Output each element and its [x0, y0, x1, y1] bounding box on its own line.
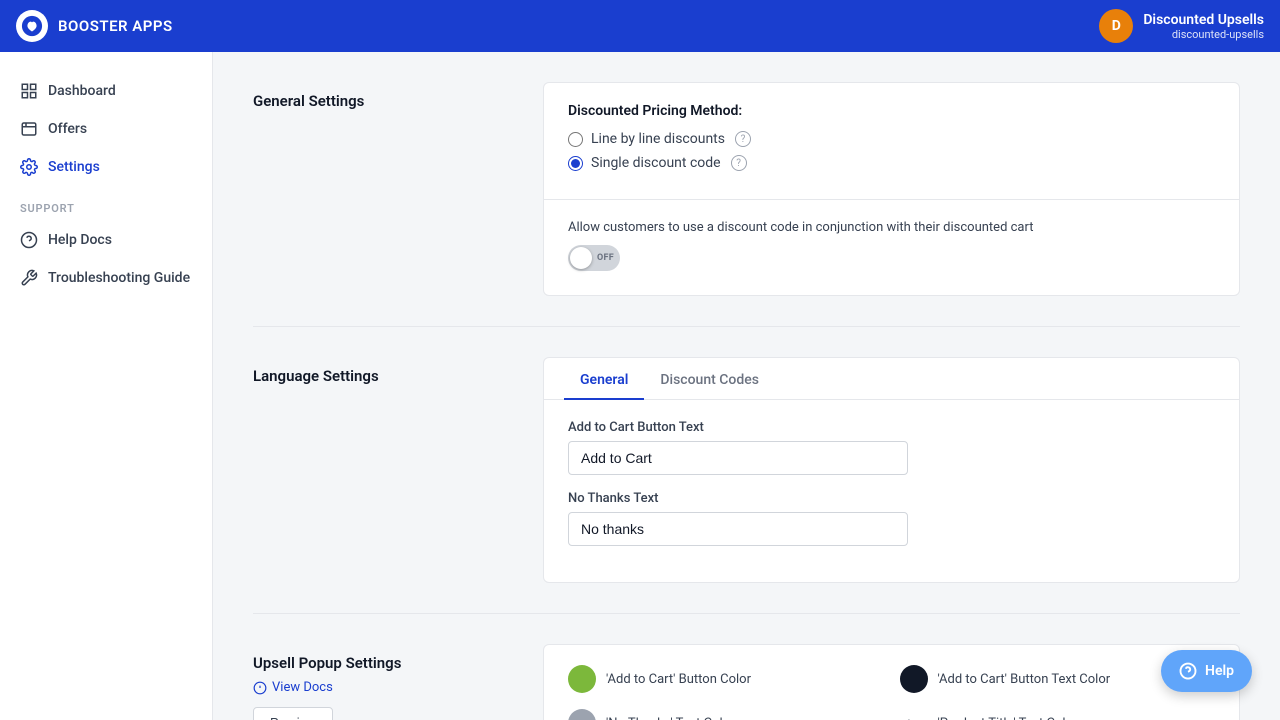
color-grid: 'Add to Cart' Button Color 'Add to Cart'…	[544, 645, 1239, 720]
color-item-add-to-cart-btn: 'Add to Cart' Button Color	[568, 665, 884, 693]
add-to-cart-input[interactable]	[568, 441, 908, 475]
help-single-discount-icon[interactable]: ?	[731, 155, 747, 171]
sidebar-item-dashboard[interactable]: Dashboard	[0, 72, 212, 110]
pricing-method-block: Discounted Pricing Method: Line by line …	[544, 83, 1239, 200]
sidebar: Dashboard Offers Settings SUPPORT Help D…	[0, 52, 213, 720]
color-swatch-green[interactable]	[568, 665, 596, 693]
radio-line-by-line[interactable]: Line by line discounts ?	[568, 131, 1215, 147]
language-settings-label: Language Settings	[253, 357, 513, 583]
color-swatch-black[interactable]	[900, 665, 928, 693]
general-settings-card: Discounted Pricing Method: Line by line …	[543, 82, 1240, 296]
language-settings-card: General Discount Codes Add to Cart Butto…	[543, 357, 1240, 583]
color-swatch-gray[interactable]	[568, 709, 596, 720]
color-item-no-thanks-text: 'No Thanks' Text Color	[568, 709, 884, 720]
view-docs-link[interactable]: View Docs	[253, 680, 513, 695]
nav-logo-area: BOOSTER APPS	[16, 10, 173, 42]
color-label-no-thanks-text: 'No Thanks' Text Color	[606, 716, 734, 720]
view-docs-label: View Docs	[272, 680, 333, 695]
discount-code-description: Allow customers to use a discount code i…	[568, 220, 1215, 235]
language-tabs: General Discount Codes	[544, 358, 1239, 400]
sidebar-label-settings: Settings	[48, 159, 100, 175]
sidebar-item-help-docs[interactable]: Help Docs	[0, 221, 212, 259]
main-content: General Settings Discounted Pricing Meth…	[213, 52, 1280, 720]
pricing-method-title: Discounted Pricing Method:	[568, 103, 1215, 119]
sidebar-label-troubleshooting: Troubleshooting Guide	[48, 270, 190, 286]
sidebar-label-help: Help Docs	[48, 232, 112, 248]
sidebar-item-settings[interactable]: Settings	[0, 148, 212, 186]
tab-general-content: Add to Cart Button Text No Thanks Text	[544, 400, 1239, 582]
upsell-popup-card: 'Add to Cart' Button Color 'Add to Cart'…	[543, 644, 1240, 720]
user-info: Discounted Upsells discounted-upsells	[1143, 12, 1264, 41]
nav-user-area: D Discounted Upsells discounted-upsells	[1099, 9, 1264, 43]
color-item-product-title: ✂ 'Product Title' Text Color	[900, 709, 1216, 720]
sidebar-item-troubleshooting[interactable]: Troubleshooting Guide	[0, 259, 212, 297]
top-nav: BOOSTER APPS D Discounted Upsells discou…	[0, 0, 1280, 52]
discount-code-toggle[interactable]: OFF	[568, 245, 620, 271]
scissors-icon[interactable]: ✂	[900, 709, 928, 720]
user-name: Discounted Upsells	[1143, 12, 1264, 28]
color-label-product-title: 'Product Title' Text Color	[938, 716, 1078, 720]
brand-name: BOOSTER APPS	[58, 17, 173, 35]
radio-single-discount-input[interactable]	[568, 156, 583, 171]
toggle-text: OFF	[597, 253, 614, 263]
tab-general[interactable]: General	[564, 358, 644, 400]
offers-icon	[20, 120, 38, 138]
color-label-add-to-cart-btn: 'Add to Cart' Button Color	[606, 672, 751, 687]
general-settings-label: General Settings	[253, 82, 513, 296]
help-circle-icon	[20, 231, 38, 249]
help-button[interactable]: Help	[1161, 650, 1252, 692]
language-settings-section: Language Settings General Discount Codes…	[253, 357, 1240, 614]
view-docs-icon	[253, 681, 267, 695]
color-label-add-to-cart-text: 'Add to Cart' Button Text Color	[938, 672, 1111, 687]
user-sub: discounted-upsells	[1143, 28, 1264, 41]
no-thanks-input[interactable]	[568, 512, 908, 546]
sidebar-label-dashboard: Dashboard	[48, 83, 116, 99]
user-avatar: D	[1099, 9, 1133, 43]
discount-code-block: Allow customers to use a discount code i…	[544, 200, 1239, 295]
tool-icon	[20, 269, 38, 287]
add-to-cart-label: Add to Cart Button Text	[568, 420, 1215, 435]
radio-single-discount-label: Single discount code	[591, 155, 721, 171]
upsell-popup-label-area: Upsell Popup Settings View Docs Preview	[253, 644, 513, 720]
toggle-knob	[570, 247, 592, 269]
upsell-popup-section: Upsell Popup Settings View Docs Preview …	[253, 644, 1240, 720]
no-thanks-label: No Thanks Text	[568, 491, 1215, 506]
help-button-label: Help	[1205, 663, 1234, 679]
tab-discount-codes[interactable]: Discount Codes	[644, 358, 775, 400]
support-section-label: SUPPORT	[0, 186, 212, 221]
help-line-by-line-icon[interactable]: ?	[735, 131, 751, 147]
sidebar-item-offers[interactable]: Offers	[0, 110, 212, 148]
logo-icon	[16, 10, 48, 42]
preview-button[interactable]: Preview	[253, 707, 333, 720]
settings-icon	[20, 158, 38, 176]
sidebar-label-offers: Offers	[48, 121, 87, 137]
radio-line-by-line-input[interactable]	[568, 132, 583, 147]
general-settings-section: General Settings Discounted Pricing Meth…	[253, 82, 1240, 327]
upsell-popup-title: Upsell Popup Settings	[253, 654, 513, 672]
radio-line-by-line-label: Line by line discounts	[591, 131, 725, 147]
help-button-icon	[1179, 662, 1197, 680]
dashboard-icon	[20, 82, 38, 100]
radio-single-discount[interactable]: Single discount code ?	[568, 155, 1215, 171]
